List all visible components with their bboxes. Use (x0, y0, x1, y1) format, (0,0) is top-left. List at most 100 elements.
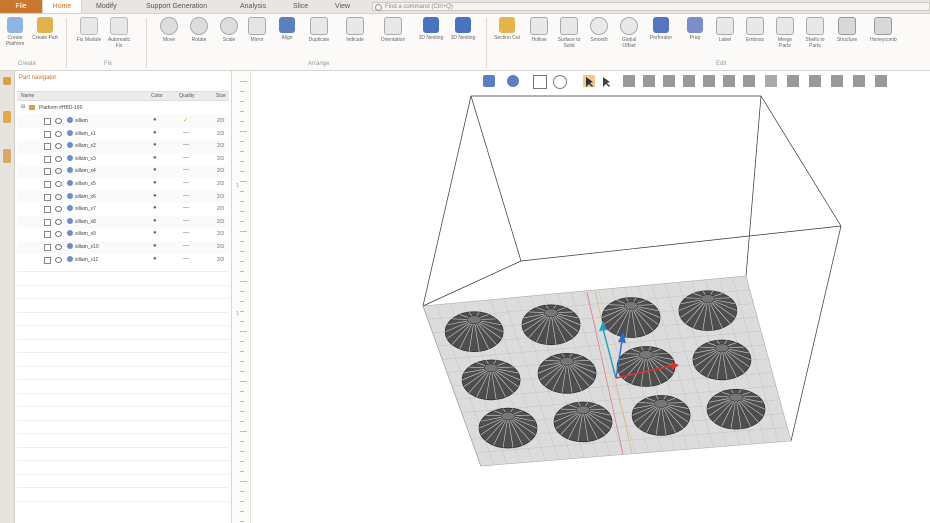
visibility-checkbox[interactable] (44, 143, 51, 151)
eye-icon[interactable] (55, 155, 62, 162)
section-cut-button[interactable]: Section Cut (494, 17, 520, 59)
part-row[interactable]: sillam_x5 ● — 2/3 (17, 178, 229, 191)
col-color[interactable]: Color (151, 93, 163, 99)
eye-icon[interactable] (55, 130, 62, 137)
fan-part[interactable] (678, 290, 738, 331)
file-menu[interactable]: File (0, 0, 42, 13)
visibility-checkbox[interactable] (44, 155, 51, 163)
fan-part[interactable] (444, 311, 504, 353)
eye-icon[interactable] (55, 168, 62, 175)
expand-icon[interactable]: ⊟ (21, 104, 25, 110)
visibility-checkbox[interactable] (44, 118, 51, 125)
support-icon[interactable] (3, 111, 11, 123)
part-row[interactable]: sillam_x2 ● — 2/3 (17, 140, 229, 153)
indicate-button[interactable]: Indicate (342, 17, 368, 59)
color-dot-icon[interactable]: ● (153, 256, 157, 262)
global-offset-button[interactable]: Global Offset (616, 17, 642, 59)
scale-button[interactable]: Scale (216, 17, 242, 59)
fan-part[interactable] (631, 395, 691, 436)
eye-icon[interactable] (55, 231, 62, 238)
col-size[interactable]: Size (216, 93, 226, 99)
part-row[interactable]: sillam_x8 ● — 2/3 (17, 215, 229, 229)
eye-icon[interactable] (55, 244, 62, 250)
color-dot-icon[interactable]: ● (153, 167, 157, 173)
rotate-button[interactable]: Rotate (186, 17, 212, 59)
visibility-checkbox[interactable] (44, 130, 51, 138)
part-row[interactable]: sillam_x4 ● — 2/3 (17, 165, 229, 178)
part-row[interactable]: sillam ● ✓ 2/3 (17, 115, 229, 128)
visibility-checkbox[interactable] (44, 193, 51, 201)
hollow-button[interactable]: Hollow (526, 17, 552, 59)
visibility-checkbox[interactable] (44, 244, 51, 251)
command-search-input[interactable]: Find a command (Ctrl+Q) (372, 2, 930, 11)
tab-view[interactable]: View (335, 0, 350, 13)
part-row[interactable]: sillam_x1 ● — 2/3 (17, 128, 229, 141)
color-dot-icon[interactable]: ● (153, 142, 157, 148)
parts-icon[interactable] (3, 77, 11, 85)
move-button[interactable]: Move (156, 17, 182, 59)
label-button[interactable]: Label (712, 17, 738, 59)
visibility-checkbox[interactable] (44, 206, 51, 214)
surface-to-solid-button[interactable]: Surface to Solid (556, 17, 582, 59)
part-row[interactable]: sillam_x6 ● — 2/3 (17, 190, 229, 204)
align-button[interactable]: Align (274, 17, 300, 59)
perforator-button[interactable]: Perforator (648, 17, 674, 59)
tab-analysis[interactable]: Analysis (240, 0, 266, 13)
color-dot-icon[interactable]: ● (153, 230, 157, 236)
emboss-button[interactable]: Emboss (742, 17, 768, 59)
part-row[interactable]: sillam_x9 ● — 2/3 (17, 228, 229, 241)
fan-part[interactable] (553, 401, 613, 443)
fan-part[interactable] (478, 407, 538, 449)
visibility-checkbox[interactable] (44, 168, 51, 176)
eye-icon[interactable] (55, 118, 62, 124)
color-dot-icon[interactable]: ● (153, 243, 157, 249)
fan-part[interactable] (706, 388, 766, 430)
platform-row[interactable]: ⊟ Platform #HBD-150 (17, 103, 229, 113)
eye-icon[interactable] (55, 218, 62, 225)
color-dot-icon[interactable]: ● (153, 155, 157, 161)
nesting-3d-button[interactable]: 3D Nesting (450, 17, 476, 59)
nesting-2d-button[interactable]: 2D Nesting (418, 17, 444, 59)
color-dot-icon[interactable]: ● (153, 193, 157, 199)
eye-icon[interactable] (55, 193, 62, 200)
tab-support-generation[interactable]: Support Generation (146, 0, 207, 13)
duplicate-button[interactable]: Duplicate (306, 17, 332, 59)
fan-part[interactable] (461, 359, 521, 401)
color-dot-icon[interactable]: ● (153, 218, 157, 224)
color-dot-icon[interactable]: ● (153, 117, 157, 123)
tab-slice[interactable]: Slice (293, 0, 308, 13)
scene-canvas[interactable] (251, 71, 930, 523)
shells-to-parts-button[interactable]: Shells to Parts (802, 17, 828, 59)
honeycomb-button[interactable]: Honeycomb (870, 17, 897, 59)
col-name[interactable]: Name (21, 93, 34, 99)
fan-part[interactable] (537, 353, 597, 394)
fan-part[interactable] (521, 304, 581, 346)
visibility-checkbox[interactable] (44, 231, 51, 239)
eye-icon[interactable] (55, 256, 62, 263)
fan-part[interactable] (601, 297, 661, 338)
slice-icon[interactable] (3, 149, 11, 163)
tab-modify[interactable]: Modify (96, 0, 117, 13)
automatic-fix-button[interactable]: Automatic Fix (106, 17, 132, 59)
orientation-button[interactable]: Orientation (380, 17, 406, 59)
part-row[interactable]: sillam_x3 ● — 2/3 (17, 153, 229, 166)
eye-icon[interactable] (55, 181, 62, 187)
structure-button[interactable]: Structure (834, 17, 860, 59)
part-row[interactable]: sillam_x10 ● — 2/3 (17, 241, 229, 254)
create-platform-button[interactable]: Create Platform (2, 17, 28, 59)
tab-home[interactable]: Home (42, 0, 82, 13)
part-row[interactable]: sillam_x7 ● — 2/3 (17, 203, 229, 216)
prep-button[interactable]: Prep (682, 17, 708, 59)
visibility-checkbox[interactable] (44, 218, 51, 226)
fix-module-button[interactable]: Fix Module (76, 17, 102, 59)
color-dot-icon[interactable]: ● (153, 130, 157, 136)
color-dot-icon[interactable]: ● (153, 205, 157, 211)
fan-part[interactable] (692, 339, 752, 381)
smooth-button[interactable]: Smooth (586, 17, 612, 59)
3d-viewport[interactable] (251, 71, 930, 523)
visibility-checkbox[interactable] (44, 181, 51, 188)
mirror-button[interactable]: Mirror (244, 17, 270, 59)
create-part-button[interactable]: Create Part (32, 17, 58, 59)
visibility-checkbox[interactable] (44, 256, 51, 264)
col-quality[interactable]: Quality (179, 93, 195, 99)
